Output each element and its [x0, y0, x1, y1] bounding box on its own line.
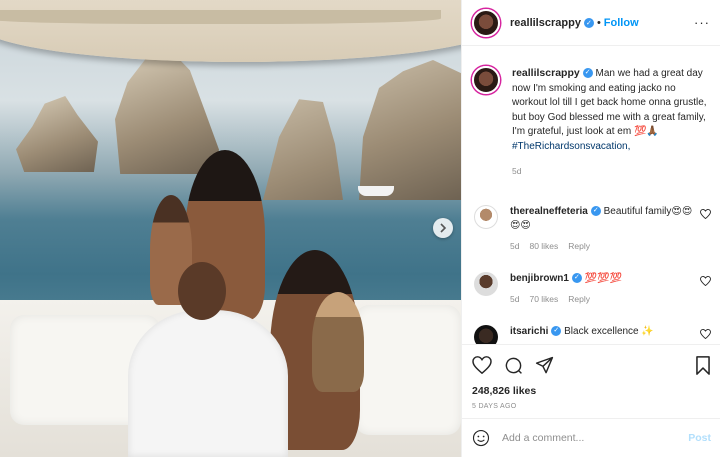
comment-username[interactable]: benjibrown1 — [510, 273, 569, 284]
reply-button[interactable]: Reply — [568, 241, 590, 251]
boat-canopy — [0, 0, 461, 62]
verified-badge-icon: ✓ — [590, 206, 601, 217]
username[interactable]: reallilscrappy — [510, 17, 581, 29]
heart-icon[interactable] — [700, 329, 711, 339]
avatar[interactable] — [472, 8, 500, 37]
hashtag-link[interactable]: #TheRichardsonsvacation, — [512, 141, 630, 152]
post-button[interactable]: Post — [688, 432, 711, 444]
bookmark-icon[interactable] — [695, 355, 711, 375]
more-options-icon[interactable]: ··· — [694, 15, 710, 30]
emoji-smiley-icon[interactable] — [472, 429, 490, 447]
add-comment-bar: Post — [462, 418, 720, 457]
sea-arch-rock — [263, 60, 461, 200]
comment-time: 5d — [510, 241, 520, 251]
verified-badge-icon: ✓ — [551, 326, 562, 337]
comment-bubble-icon[interactable] — [504, 356, 523, 375]
comment-time: 5d — [510, 294, 520, 304]
follow-button[interactable]: Follow — [604, 17, 639, 29]
like-heart-icon[interactable] — [472, 356, 492, 374]
caption-body: reallilscrappy ✓ Man we had a great day n… — [512, 66, 710, 179]
sea-rock — [16, 96, 98, 172]
verified-badge-icon: ✓ — [571, 273, 582, 284]
avatar[interactable] — [474, 325, 498, 344]
verified-badge-icon: ✓ — [583, 17, 594, 28]
avatar[interactable] — [472, 66, 500, 94]
caption-time: 5d — [512, 166, 522, 176]
person — [178, 262, 226, 320]
post-photo[interactable] — [0, 0, 461, 457]
boat-seat — [355, 305, 461, 435]
sea-rock — [115, 52, 219, 174]
comment-username[interactable]: itsarichi — [510, 326, 548, 337]
avatar[interactable] — [474, 272, 498, 296]
comment: therealneffeteria ✓ Beautiful family😍😍😍😍 … — [462, 205, 720, 253]
verified-badge-icon: ✓ — [582, 68, 593, 79]
chevron-right-icon — [440, 223, 447, 233]
post-header: reallilscrappy ✓ • Follow ··· — [462, 0, 720, 46]
person — [312, 292, 364, 392]
comment-likes[interactable]: 70 likes — [529, 294, 558, 304]
comment-input[interactable] — [502, 432, 672, 444]
comment-body: therealneffeteria ✓ Beautiful family😍😍😍😍 … — [510, 205, 700, 253]
post-side-panel: reallilscrappy ✓ • Follow ··· reallilscr… — [461, 0, 720, 457]
comment-body: itsarichi ✓ Black excellence ✨ — [510, 325, 700, 339]
reply-button[interactable]: Reply — [568, 294, 590, 304]
comment-text: Black excellence ✨ — [564, 326, 654, 337]
person — [128, 310, 288, 457]
comment: itsarichi ✓ Black excellence ✨ — [462, 325, 720, 344]
post-time-ago: 5 DAYS AGO — [472, 403, 517, 410]
comment: benjibrown1 ✓ 💯💯💯 5d 70 likes Reply — [462, 272, 720, 306]
avatar[interactable] — [474, 205, 498, 229]
separator-dot: • — [596, 16, 601, 29]
caption: reallilscrappy ✓ Man we had a great day n… — [462, 46, 720, 179]
heart-icon[interactable] — [700, 276, 711, 286]
comment-likes[interactable]: 80 likes — [529, 241, 558, 251]
caption-username[interactable]: reallilscrappy — [512, 67, 580, 79]
next-photo-button[interactable] — [433, 218, 453, 238]
like-count[interactable]: 248,826 likes — [472, 385, 711, 397]
heart-icon[interactable] — [700, 209, 711, 219]
comment-text: 💯💯💯 — [584, 273, 623, 284]
comment-username[interactable]: therealneffeteria — [510, 206, 588, 217]
share-paper-plane-icon[interactable] — [535, 356, 554, 375]
comment-body: benjibrown1 ✓ 💯💯💯 5d 70 likes Reply — [510, 272, 700, 306]
post-actions: 248,826 likes 5 DAYS AGO — [462, 344, 720, 410]
distant-boat — [358, 186, 394, 196]
